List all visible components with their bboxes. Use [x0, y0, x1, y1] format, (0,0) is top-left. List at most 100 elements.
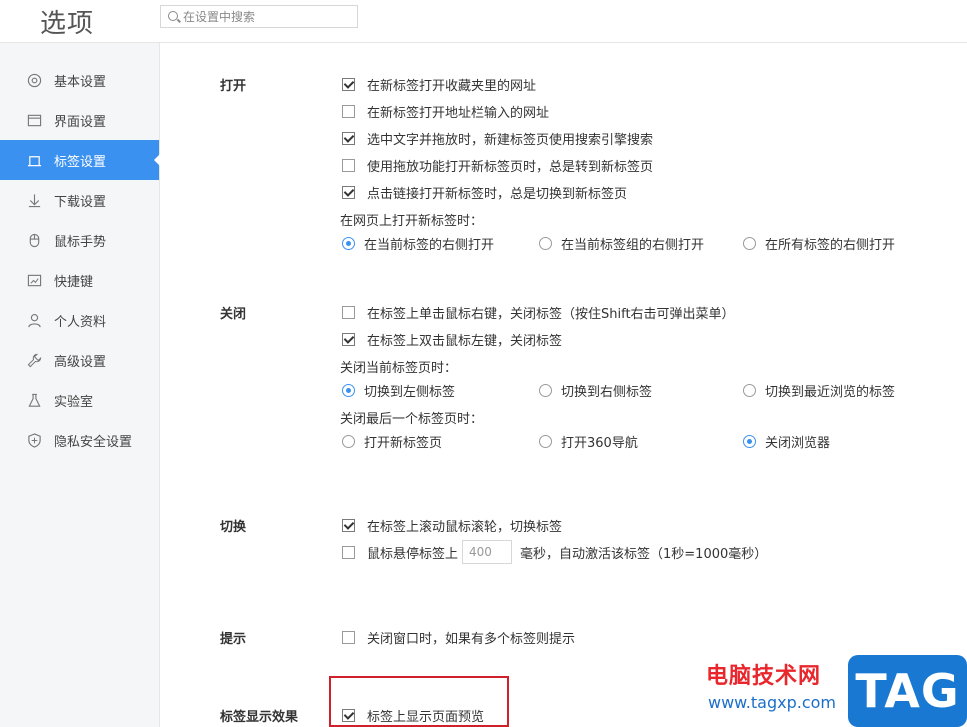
search-icon: [168, 11, 178, 21]
sidebar-item-label: 个人资料: [54, 314, 107, 330]
option-row[interactable]: 鼠标悬停标签上 毫秒，自动激活该标签（1秒=1000毫秒）: [342, 540, 767, 564]
option-label: 选中文字并拖放时，新建标签页使用搜索引擎搜索: [367, 133, 654, 148]
option-row[interactable]: 在标签上双击鼠标左键，关闭标签: [342, 330, 562, 349]
option-label: 在新标签打开收藏夹里的网址: [367, 79, 537, 94]
option-label: 点击链接打开新标签时，总是切换到新标签页: [367, 187, 628, 202]
checkbox[interactable]: [342, 186, 355, 199]
radio[interactable]: [743, 384, 756, 397]
watermark-url: www.tagxp.com: [708, 693, 836, 712]
checkbox[interactable]: [342, 132, 355, 145]
radio-label: 在所有标签的右侧打开: [765, 238, 896, 253]
checkbox[interactable]: [342, 306, 355, 319]
option-label: 在标签上单击鼠标右键，关闭标签（按住Shift右击可弹出菜单）: [367, 307, 735, 322]
radio-option[interactable]: 切换到右侧标签: [539, 381, 652, 400]
radio-option[interactable]: 在当前标签组的右侧打开: [539, 234, 704, 253]
option-row[interactable]: 在标签上单击鼠标右键，关闭标签（按住Shift右击可弹出菜单）: [342, 303, 735, 322]
sidebar-item-label: 高级设置: [54, 354, 107, 370]
gear-icon: [26, 72, 42, 88]
section-title-close: 关闭: [220, 307, 247, 322]
option-label: 使用拖放功能打开新标签页时，总是转到新标签页: [367, 160, 654, 175]
sidebar-item-download[interactable]: 下载设置: [0, 180, 159, 220]
checkbox[interactable]: [342, 333, 355, 346]
option-label: 关闭窗口时，如果有多个标签则提示: [367, 632, 576, 647]
checkbox[interactable]: [342, 159, 355, 172]
watermark-logo: TAG: [848, 655, 967, 727]
sidebar-item-label: 鼠标手势: [54, 234, 107, 250]
sidebar: 基本设置 界面设置 标签设置 下载设置 鼠标手势 快捷键 个人资料 高级设置 实…: [0, 43, 160, 727]
radio-label: 打开360导航: [561, 436, 638, 451]
option-row[interactable]: 使用拖放功能打开新标签页时，总是转到新标签页: [342, 156, 653, 175]
option-row[interactable]: 关闭窗口时，如果有多个标签则提示: [342, 628, 575, 647]
sidebar-item-profile[interactable]: 个人资料: [0, 300, 159, 340]
radio-label: 打开新标签页: [364, 436, 443, 451]
flask-icon: [26, 392, 42, 408]
option-label: 在新标签打开地址栏输入的网址: [367, 106, 550, 121]
radio-label: 切换到左侧标签: [364, 385, 456, 400]
radio-option[interactable]: 在所有标签的右侧打开: [743, 234, 895, 253]
settings-content: 打开 在新标签打开收藏夹里的网址 在新标签打开地址栏输入的网址 选中文字并拖放时…: [160, 43, 967, 727]
radio[interactable]: [342, 237, 355, 250]
search-input[interactable]: [183, 7, 353, 26]
radio-option[interactable]: 在当前标签的右侧打开: [342, 234, 494, 253]
hover-delay-input[interactable]: [462, 540, 513, 564]
download-icon: [26, 192, 42, 208]
new-tab-position-label: 在网页上打开新标签时：: [340, 214, 484, 229]
highlight-box: [329, 676, 509, 727]
sidebar-item-label: 下载设置: [54, 194, 107, 210]
sidebar-item-advanced[interactable]: 高级设置: [0, 340, 159, 380]
header: 选项: [0, 0, 967, 43]
option-row[interactable]: 在新标签打开地址栏输入的网址: [342, 102, 549, 121]
shield-icon: [26, 432, 42, 448]
checkbox[interactable]: [342, 631, 355, 644]
option-row[interactable]: 点击链接打开新标签时，总是切换到新标签页: [342, 183, 627, 202]
keyboard-icon: [26, 272, 42, 288]
option-row[interactable]: 在新标签打开收藏夹里的网址: [342, 75, 536, 94]
sidebar-item-label: 标签设置: [54, 154, 107, 170]
sidebar-item-ui[interactable]: 界面设置: [0, 100, 159, 140]
checkbox[interactable]: [342, 545, 355, 559]
checkbox[interactable]: [342, 78, 355, 91]
radio-label: 切换到最近浏览的标签: [765, 385, 896, 400]
sidebar-item-shortcuts[interactable]: 快捷键: [0, 260, 159, 300]
radio-option[interactable]: 关闭浏览器: [743, 432, 830, 451]
search-box[interactable]: [160, 5, 358, 28]
user-icon: [26, 312, 42, 328]
radio[interactable]: [539, 237, 552, 250]
option-row[interactable]: 选中文字并拖放时，新建标签页使用搜索引擎搜索: [342, 129, 653, 148]
sidebar-item-tabs[interactable]: 标签设置: [0, 140, 160, 180]
sidebar-item-label: 界面设置: [54, 114, 107, 130]
option-label: 在标签上滚动鼠标滚轮，切换标签: [367, 520, 563, 535]
checkbox[interactable]: [342, 519, 355, 532]
radio[interactable]: [539, 435, 552, 448]
sidebar-item-label: 实验室: [54, 394, 94, 410]
sidebar-item-label: 基本设置: [54, 74, 107, 90]
sidebar-item-privacy[interactable]: 隐私安全设置: [0, 420, 159, 460]
radio-option[interactable]: 切换到最近浏览的标签: [743, 381, 895, 400]
watermark: 电脑技术网 www.tagxp.com TAG: [706, 655, 967, 727]
radio[interactable]: [539, 384, 552, 397]
option-row[interactable]: 在标签上滚动鼠标滚轮，切换标签: [342, 516, 562, 535]
radio-label: 在当前标签组的右侧打开: [561, 238, 705, 253]
radio-option[interactable]: 打开新标签页: [342, 432, 442, 451]
option-label: 毫秒，自动激活该标签（1秒=1000毫秒）: [520, 546, 768, 562]
radio-label: 在当前标签的右侧打开: [364, 238, 495, 253]
sidebar-item-lab[interactable]: 实验室: [0, 380, 159, 420]
radio[interactable]: [342, 384, 355, 397]
window-icon: [26, 112, 42, 128]
sidebar-item-basic[interactable]: 基本设置: [0, 60, 159, 100]
after-close-label: 关闭当前标签页时：: [340, 361, 458, 376]
radio-label: 切换到右侧标签: [561, 385, 653, 400]
radio[interactable]: [342, 435, 355, 448]
radio[interactable]: [743, 435, 756, 448]
sidebar-item-mouse[interactable]: 鼠标手势: [0, 220, 159, 260]
radio[interactable]: [743, 237, 756, 250]
page-title: 选项: [40, 9, 95, 39]
radio-option[interactable]: 打开360导航: [539, 432, 638, 451]
section-title-prompt: 提示: [220, 632, 247, 647]
radio-option[interactable]: 切换到左侧标签: [342, 381, 455, 400]
radio-label: 关闭浏览器: [765, 436, 831, 451]
section-title-display: 标签显示效果: [220, 710, 299, 725]
checkbox[interactable]: [342, 105, 355, 118]
mouse-icon: [26, 232, 42, 248]
section-title-open: 打开: [220, 79, 247, 94]
